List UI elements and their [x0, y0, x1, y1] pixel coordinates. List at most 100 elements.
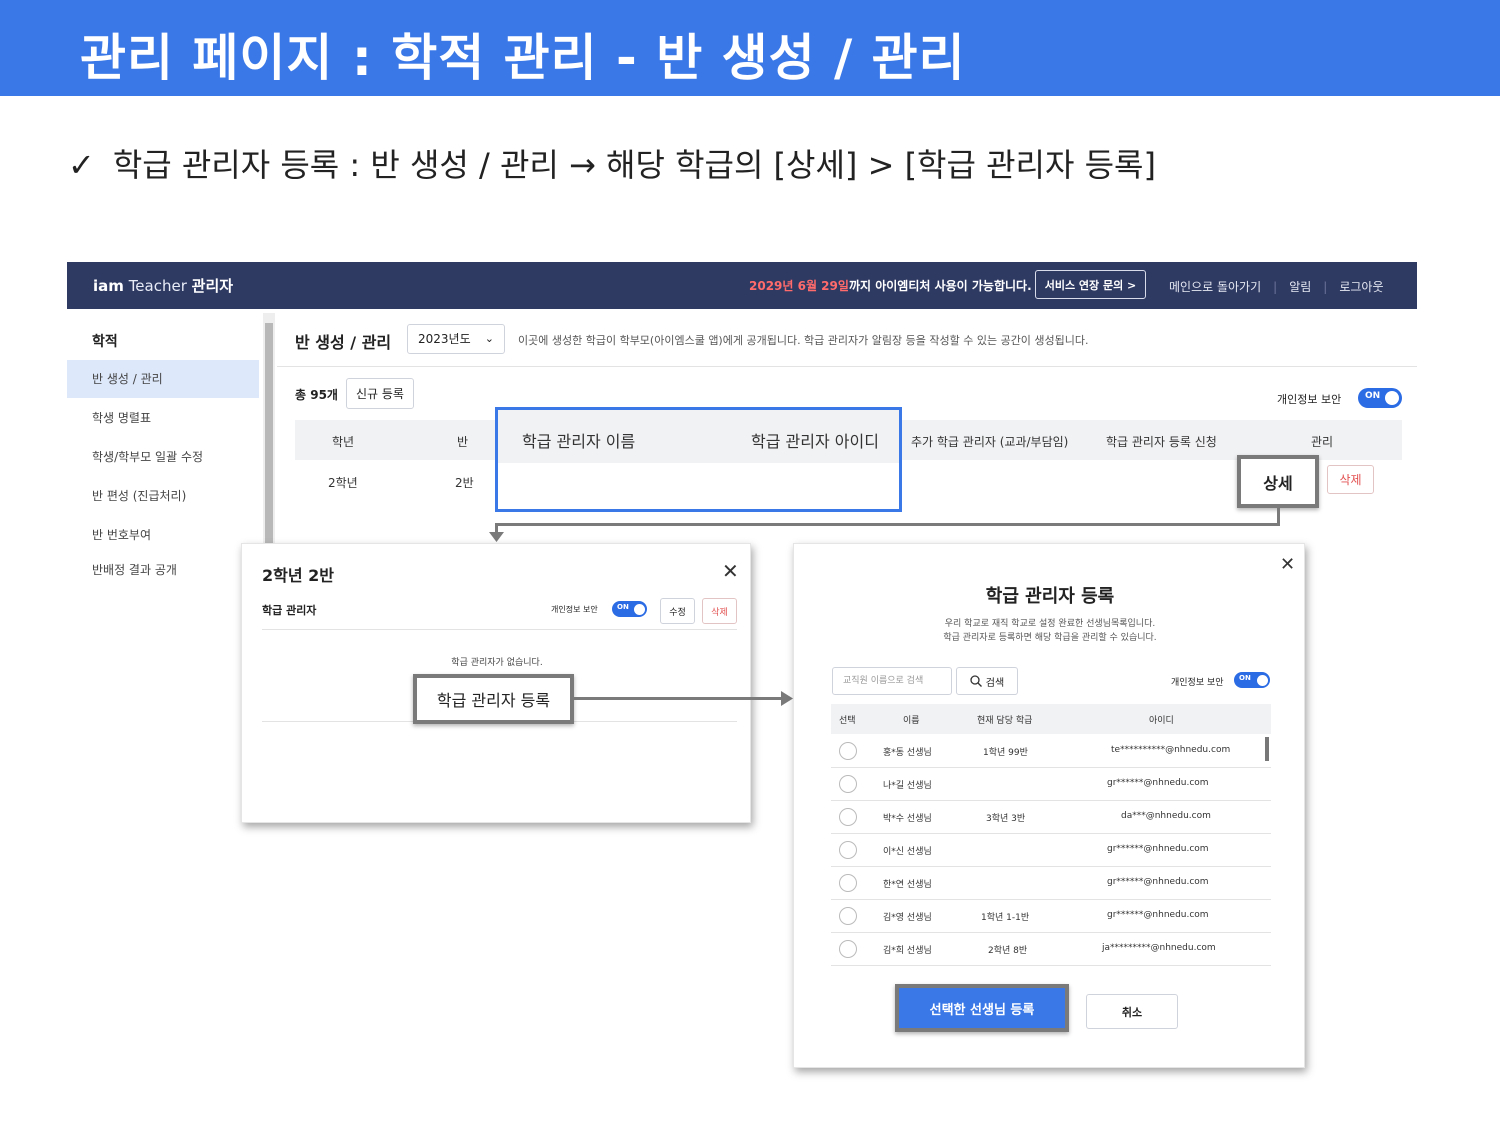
instruction-line: ✓ 학급 관리자 등록 : 반 생성 / 관리 → 해당 학급의 [상세] > [… — [68, 140, 1156, 186]
teacher-class: 1학년 99반 — [983, 748, 1028, 758]
sidebar-scrollbar[interactable] — [263, 313, 275, 552]
sidebar-heading: 학적 — [92, 334, 118, 350]
arrow-down-icon — [489, 532, 504, 542]
delete-button[interactable]: 삭제 — [702, 598, 737, 624]
col-register-request[interactable]: 학급 관리자 등록 신청 — [1106, 433, 1217, 450]
connector-line — [495, 523, 1280, 526]
arrow-right-icon — [781, 691, 793, 706]
edit-button[interactable]: 수정 — [660, 598, 695, 624]
search-button-label: 검색 — [985, 677, 1005, 689]
select-radio[interactable] — [839, 841, 857, 859]
notice-text: 까지 아이엠티처 사용이 가능합니다. — [848, 279, 1032, 293]
col-extra-manager[interactable]: 추가 학급 관리자 (교과/부담임) — [911, 433, 1068, 450]
teacher-name: 김*희 선생님 — [883, 946, 932, 956]
privacy-label: 개인정보 보안 — [1277, 393, 1342, 406]
privacy-toggle[interactable]: ON — [1234, 672, 1270, 688]
row-grade: 2학년 — [328, 476, 358, 490]
teacher-name: 한*연 선생님 — [883, 880, 932, 890]
table-scrollbar[interactable] — [1265, 737, 1269, 761]
toggle-on-label: ON — [1365, 391, 1381, 401]
logo-light: Teacher — [128, 277, 187, 295]
modal-description: 학급 관리자로 등록하면 해당 학급을 관리할 수 있습니다. — [943, 633, 1157, 643]
select-radio[interactable] — [839, 775, 857, 793]
sidebar-item-result-publish[interactable]: 반배정 결과 공개 — [67, 555, 259, 585]
register-manager-button[interactable]: 학급 관리자 등록 — [413, 674, 574, 724]
logout-link[interactable]: 로그아웃 — [1339, 280, 1383, 294]
toggle-on-label: ON — [617, 603, 629, 611]
teacher-name: 박*수 선생님 — [883, 814, 932, 824]
toggle-knob — [1257, 674, 1268, 686]
highlighted-manager-columns: 학급 관리자 이름 학급 관리자 아이디 — [495, 407, 902, 512]
sidebar-item-class-assign[interactable]: 반 편성 (진급처리) — [67, 477, 259, 515]
new-register-button[interactable]: 신규 등록 — [346, 378, 414, 409]
register-manager-modal: ✕ 학급 관리자 등록 우리 학교로 재직 학교로 설정 완료한 선생님목록입니… — [793, 543, 1305, 1068]
close-icon[interactable]: ✕ — [722, 559, 739, 583]
table-row[interactable]: 이*신 선생님 gr******@nhnedu.com — [831, 834, 1271, 867]
col-manage: 관리 — [1311, 435, 1334, 449]
service-extension-button[interactable]: 서비스 연장 문의 > — [1035, 270, 1146, 299]
table-row[interactable]: 나*길 선생님 gr******@nhnedu.com — [831, 768, 1271, 801]
page-description: 이곳에 생성한 학급이 학부모(아이엠스쿨 앱)에게 공개됩니다. 학급 관리자… — [518, 334, 1089, 347]
privacy-label: 개인정보 보안 — [551, 605, 598, 614]
toggle-knob — [1385, 391, 1399, 405]
search-icon — [970, 675, 982, 687]
table-row[interactable]: 한*연 선생님 gr******@nhnedu.com — [831, 867, 1271, 900]
teacher-id: da***@nhnedu.com — [1121, 811, 1211, 821]
logo-suffix: 관리자 — [191, 277, 234, 295]
privacy-label: 개인정보 보안 — [1171, 678, 1224, 688]
teacher-class: 2학년 8반 — [988, 946, 1028, 956]
app-logo[interactable]: iam Teacher 관리자 — [93, 275, 233, 296]
year-select[interactable]: 2023년도 ⌄ — [407, 324, 505, 354]
table-row[interactable]: 박*수 선생님 3학년 3반 da***@nhnedu.com — [831, 801, 1271, 834]
col-class[interactable]: 반 — [457, 433, 468, 450]
sidebar-item-student-roster[interactable]: 학생 명렬표 — [67, 399, 259, 437]
teacher-id: te**********@nhnedu.com — [1111, 745, 1231, 755]
table-row[interactable]: 김*희 선생님 2학년 8반 ja*********@nhnedu.com — [831, 933, 1271, 966]
col-manager-id[interactable]: 학급 관리자 아이디 — [751, 428, 879, 452]
teacher-name: 김*영 선생님 — [883, 913, 932, 923]
teacher-search-input[interactable]: 교직원 이름으로 검색 — [832, 667, 952, 695]
empty-state-text: 학급 관리자가 없습니다. — [451, 658, 543, 668]
notice-date: 2029년 6월 29일 — [749, 279, 849, 293]
teacher-class: 1학년 1-1반 — [981, 913, 1030, 923]
toggle-knob — [634, 603, 645, 615]
select-radio[interactable] — [839, 907, 857, 925]
chevron-down-icon: ⌄ — [484, 332, 494, 345]
col-current-class: 현재 담당 학급 — [977, 716, 1033, 726]
divider — [277, 366, 1417, 367]
sidebar-item-numbering[interactable]: 반 번호부여 — [67, 516, 259, 554]
cancel-button[interactable]: 취소 — [1086, 994, 1178, 1029]
scrollbar-thumb[interactable] — [265, 323, 273, 552]
notifications-link[interactable]: 알림 — [1289, 280, 1311, 294]
toggle-on-label: ON — [1239, 674, 1251, 682]
instruction-text: 학급 관리자 등록 : 반 생성 / 관리 → 해당 학급의 [상세] > [학… — [112, 146, 1156, 184]
select-radio[interactable] — [839, 874, 857, 892]
sidebar-item-bulk-edit[interactable]: 학생/학부모 일괄 수정 — [67, 438, 259, 476]
detail-button[interactable]: 상세 — [1237, 455, 1319, 508]
col-name: 이름 — [903, 716, 920, 726]
title-banner: 관리 페이지 : 학적 관리 - 반 생성 / 관리 — [0, 0, 1500, 96]
class-detail-modal: 2학년 2반 ✕ 학급 관리자 개인정보 보안 ON 수정 삭제 학급 관리자가… — [241, 543, 751, 823]
teacher-name: 나*길 선생님 — [883, 781, 932, 791]
divider — [262, 629, 737, 630]
sidebar-item-class-manage[interactable]: 반 생성 / 관리 — [67, 360, 259, 398]
col-manager-name[interactable]: 학급 관리자 이름 — [522, 428, 635, 452]
select-radio[interactable] — [839, 940, 857, 958]
delete-button[interactable]: 삭제 — [1327, 465, 1374, 494]
select-radio[interactable] — [839, 808, 857, 826]
back-to-main-link[interactable]: 메인으로 돌아가기 — [1169, 280, 1261, 294]
close-icon[interactable]: ✕ — [1280, 554, 1295, 575]
privacy-toggle[interactable]: ON — [612, 601, 647, 617]
table-row[interactable]: 홍*동 선생님 1학년 99반 te**********@nhnedu.com — [831, 735, 1271, 768]
search-button[interactable]: 검색 — [956, 667, 1018, 695]
col-grade[interactable]: 학년 — [332, 433, 354, 450]
year-value: 2023년도 — [418, 332, 471, 346]
privacy-toggle[interactable]: ON — [1358, 388, 1402, 408]
register-selected-button[interactable]: 선택한 선생님 등록 — [895, 984, 1069, 1032]
modal-title: 2학년 2반 — [262, 566, 334, 585]
col-id: 아이디 — [1149, 716, 1174, 726]
teacher-id: gr******@nhnedu.com — [1107, 844, 1209, 854]
table-row[interactable]: 김*영 선생님 1학년 1-1반 gr******@nhnedu.com — [831, 900, 1271, 933]
modal-title: 학급 관리자 등록 — [985, 586, 1115, 607]
select-radio[interactable] — [839, 742, 857, 760]
